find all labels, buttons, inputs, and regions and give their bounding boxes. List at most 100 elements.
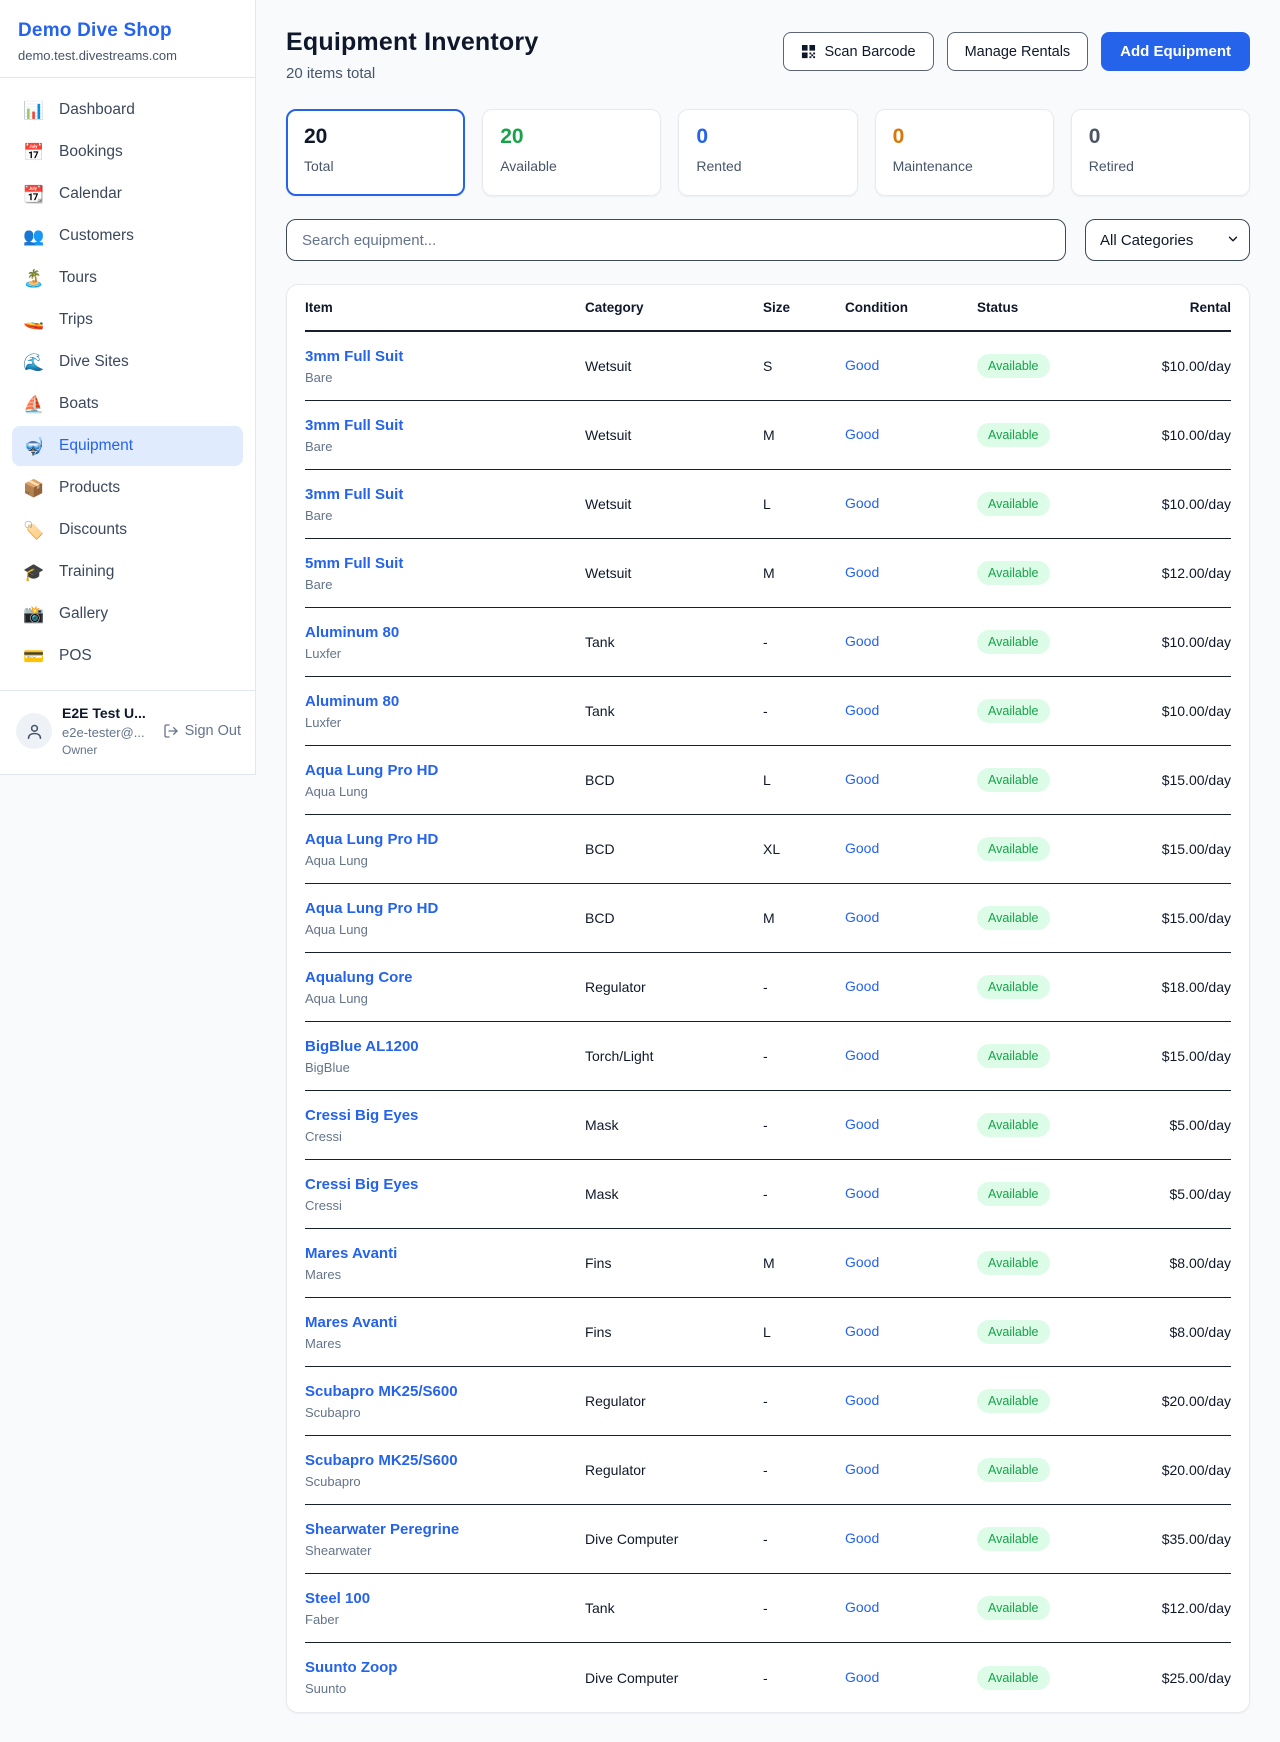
sidebar-item-pos[interactable]: 💳POS <box>12 636 243 676</box>
item-link[interactable]: Shearwater Peregrine <box>305 1521 459 1538</box>
condition-link[interactable]: Good <box>845 1392 879 1408</box>
item-link[interactable]: Scubapro MK25/S600 <box>305 1452 458 1469</box>
condition-link[interactable]: Good <box>845 1323 879 1339</box>
stat-cards: 20 Total 20 Available 0 Rented 0 Mainten… <box>286 109 1250 196</box>
sidebar-item-label: Equipment <box>59 437 133 455</box>
app: Demo Dive Shop demo.test.divestreams.com… <box>0 0 1280 1742</box>
condition-link[interactable]: Good <box>845 1669 879 1685</box>
condition-link[interactable]: Good <box>845 426 879 442</box>
tag-icon: 🏷️ <box>23 522 45 539</box>
sidebar-item-discounts[interactable]: 🏷️Discounts <box>12 510 243 550</box>
condition-link[interactable]: Good <box>845 702 879 718</box>
item-link[interactable]: Aqualung Core <box>305 969 413 986</box>
item-category: Fins <box>585 1324 763 1340</box>
sidebar-item-products[interactable]: 📦Products <box>12 468 243 508</box>
item-link[interactable]: 3mm Full Suit <box>305 417 403 434</box>
status-badge: Available <box>977 906 1050 930</box>
user-role: Owner <box>62 743 146 758</box>
item-size: S <box>763 358 845 374</box>
sidebar-item-boats[interactable]: ⛵Boats <box>12 384 243 424</box>
condition-link[interactable]: Good <box>845 1599 879 1615</box>
stat-value: 20 <box>304 125 447 149</box>
item-link[interactable]: 5mm Full Suit <box>305 555 403 572</box>
item-link[interactable]: Suunto Zoop <box>305 1659 397 1676</box>
item-link[interactable]: Cressi Big Eyes <box>305 1176 418 1193</box>
condition-link[interactable]: Good <box>845 357 879 373</box>
item-link[interactable]: Aluminum 80 <box>305 693 399 710</box>
item-link[interactable]: 3mm Full Suit <box>305 348 403 365</box>
item-category: Wetsuit <box>585 565 763 581</box>
sidebar-item-calendar[interactable]: 📆Calendar <box>12 174 243 214</box>
sidebar-item-equipment[interactable]: 🤿Equipment <box>12 426 243 466</box>
item-category: Regulator <box>585 1393 763 1409</box>
manage-rentals-button[interactable]: Manage Rentals <box>947 32 1089 71</box>
rental-price: $10.00/day <box>1135 496 1231 512</box>
item-link[interactable]: Steel 100 <box>305 1590 370 1607</box>
stat-card-total[interactable]: 20 Total <box>286 109 465 196</box>
item-size: L <box>763 772 845 788</box>
item-link[interactable]: Aluminum 80 <box>305 624 399 641</box>
item-brand: Aqua Lung <box>305 922 585 937</box>
table-row: 5mm Full SuitBare Wetsuit M Good Availab… <box>305 539 1231 608</box>
item-category: Dive Computer <box>585 1670 763 1686</box>
stat-card-available[interactable]: 20 Available <box>482 109 661 196</box>
rental-price: $20.00/day <box>1135 1462 1231 1478</box>
stat-value: 0 <box>1089 125 1232 149</box>
item-link[interactable]: Cressi Big Eyes <box>305 1107 418 1124</box>
item-link[interactable]: Scubapro MK25/S600 <box>305 1383 458 1400</box>
item-link[interactable]: Aqua Lung Pro HD <box>305 762 438 779</box>
scan-barcode-button[interactable]: Scan Barcode <box>783 32 933 71</box>
stat-card-rented[interactable]: 0 Rented <box>678 109 857 196</box>
add-equipment-button[interactable]: Add Equipment <box>1101 32 1250 71</box>
stat-card-maintenance[interactable]: 0 Maintenance <box>875 109 1054 196</box>
condition-link[interactable]: Good <box>845 1530 879 1546</box>
condition-link[interactable]: Good <box>845 1047 879 1063</box>
table-header-row: Item Category Size Condition Status Rent… <box>305 285 1231 332</box>
item-link[interactable]: Mares Avanti <box>305 1314 397 1331</box>
manage-rentals-label: Manage Rentals <box>965 44 1071 60</box>
sign-out-button[interactable]: Sign Out <box>163 723 241 739</box>
sidebar-item-label: Dive Sites <box>59 353 129 371</box>
sidebar-item-training[interactable]: 🎓Training <box>12 552 243 592</box>
sidebar-item-dashboard[interactable]: 📊Dashboard <box>12 90 243 130</box>
condition-link[interactable]: Good <box>845 495 879 511</box>
item-link[interactable]: BigBlue AL1200 <box>305 1038 419 1055</box>
stat-label: Retired <box>1089 158 1232 174</box>
item-category: Wetsuit <box>585 496 763 512</box>
sidebar-item-tours[interactable]: 🏝️Tours <box>12 258 243 298</box>
status-badge: Available <box>977 630 1050 654</box>
status-badge: Available <box>977 699 1050 723</box>
item-size: M <box>763 565 845 581</box>
search-input[interactable] <box>286 219 1066 261</box>
item-link[interactable]: Mares Avanti <box>305 1245 397 1262</box>
sidebar-item-bookings[interactable]: 📅Bookings <box>12 132 243 172</box>
status-badge: Available <box>977 1113 1050 1137</box>
sailboat-icon: ⛵ <box>23 396 45 413</box>
sidebar-item-dive-sites[interactable]: 🌊Dive Sites <box>12 342 243 382</box>
table-row: Aqua Lung Pro HDAqua Lung BCD L Good Ava… <box>305 746 1231 815</box>
status-badge: Available <box>977 561 1050 585</box>
main-content: Equipment Inventory 20 items total Scan … <box>256 0 1280 1742</box>
item-brand: Aqua Lung <box>305 991 585 1006</box>
item-link[interactable]: Aqua Lung Pro HD <box>305 900 438 917</box>
condition-link[interactable]: Good <box>845 564 879 580</box>
rental-price: $5.00/day <box>1135 1186 1231 1202</box>
condition-link[interactable]: Good <box>845 771 879 787</box>
condition-link[interactable]: Good <box>845 1185 879 1201</box>
condition-link[interactable]: Good <box>845 633 879 649</box>
sidebar-item-trips[interactable]: 🚤Trips <box>12 300 243 340</box>
condition-link[interactable]: Good <box>845 1254 879 1270</box>
category-select[interactable]: All Categories <box>1085 219 1250 261</box>
condition-link[interactable]: Good <box>845 1116 879 1132</box>
item-link[interactable]: 3mm Full Suit <box>305 486 403 503</box>
condition-link[interactable]: Good <box>845 1461 879 1477</box>
item-link[interactable]: Aqua Lung Pro HD <box>305 831 438 848</box>
item-brand: Luxfer <box>305 646 585 661</box>
stat-card-retired[interactable]: 0 Retired <box>1071 109 1250 196</box>
condition-link[interactable]: Good <box>845 978 879 994</box>
item-size: XL <box>763 841 845 857</box>
sidebar-item-customers[interactable]: 👥Customers <box>12 216 243 256</box>
sidebar-item-gallery[interactable]: 📸Gallery <box>12 594 243 634</box>
condition-link[interactable]: Good <box>845 909 879 925</box>
condition-link[interactable]: Good <box>845 840 879 856</box>
